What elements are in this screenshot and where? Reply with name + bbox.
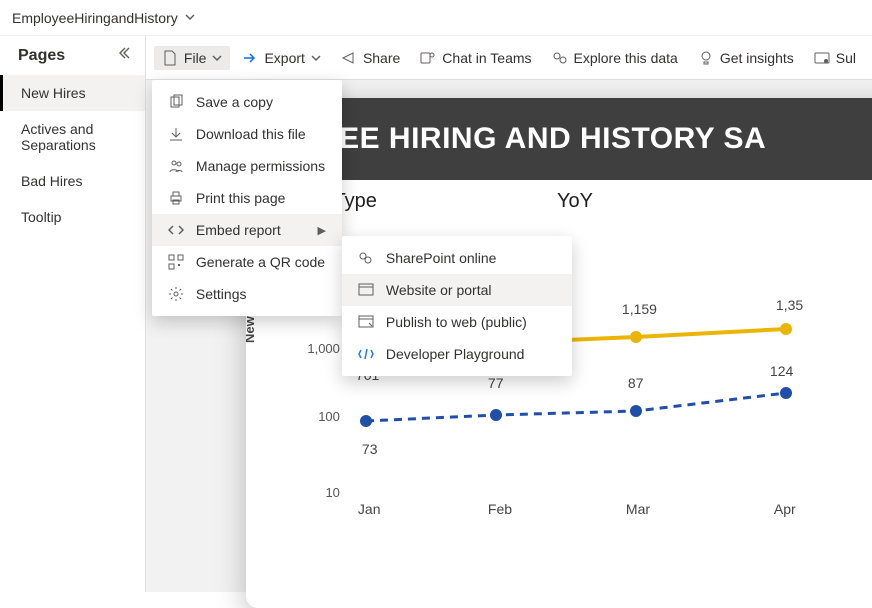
subscribe-button[interactable]: Sul xyxy=(806,46,864,70)
menu-permissions[interactable]: Manage permissions xyxy=(152,150,342,182)
explore-label: Explore this data xyxy=(574,50,678,66)
explore-button[interactable]: Explore this data xyxy=(544,46,686,70)
publish-icon xyxy=(358,314,374,330)
menu-qr[interactable]: Generate a QR code xyxy=(152,246,342,278)
chevron-right-icon: ▶ xyxy=(317,224,325,237)
menu-save-copy[interactable]: Save a copy xyxy=(152,86,342,118)
chat-label: Chat in Teams xyxy=(442,50,531,66)
chevron-down-icon[interactable] xyxy=(184,10,196,26)
title-bar: EmployeeHiringandHistory xyxy=(0,0,872,36)
chat-teams-button[interactable]: Chat in Teams xyxy=(412,46,539,70)
window-icon xyxy=(358,282,374,298)
menu-print[interactable]: Print this page xyxy=(152,182,342,214)
y-tick: 100 xyxy=(290,409,340,424)
dev-icon xyxy=(358,346,374,362)
qr-icon xyxy=(168,254,184,270)
sidebar-item-bad-hires[interactable]: Bad Hires xyxy=(0,163,145,199)
submenu-publish[interactable]: Publish to web (public) xyxy=(342,306,572,338)
file-label: File xyxy=(184,50,207,66)
file-menu: Save a copy Download this file Manage pe… xyxy=(152,80,342,316)
export-icon xyxy=(242,50,258,66)
embed-submenu: SharePoint online Website or portal Publ… xyxy=(342,236,572,376)
share-button[interactable]: Share xyxy=(333,46,408,70)
x-tick: Mar xyxy=(626,501,650,579)
bulb-icon xyxy=(698,50,714,66)
chart-title-right: YoY xyxy=(557,190,593,213)
menu-settings[interactable]: Settings xyxy=(152,278,342,310)
submenu-sharepoint[interactable]: SharePoint online xyxy=(342,242,572,274)
export-label: Export xyxy=(264,50,304,66)
copy-icon xyxy=(168,94,184,110)
pages-title: Pages xyxy=(18,47,65,65)
share-label: Share xyxy=(363,50,400,66)
insights-button[interactable]: Get insights xyxy=(690,46,802,70)
sidebar-item-new-hires[interactable]: New Hires xyxy=(0,75,145,111)
menu-download[interactable]: Download this file xyxy=(152,118,342,150)
explore-icon xyxy=(552,50,568,66)
subscribe-icon xyxy=(814,50,830,66)
workbook-name[interactable]: EmployeeHiringandHistory xyxy=(12,10,178,26)
x-tick: Feb xyxy=(488,501,512,579)
file-button[interactable]: File xyxy=(154,46,231,70)
submenu-website[interactable]: Website or portal xyxy=(342,274,572,306)
y-tick: 1,000 xyxy=(290,341,340,356)
sidebar-item-actives-separations[interactable]: Actives and Separations xyxy=(0,111,145,163)
export-button[interactable]: Export xyxy=(234,46,328,70)
insights-label: Get insights xyxy=(720,50,794,66)
x-tick: Apr xyxy=(774,501,796,579)
file-icon xyxy=(162,50,178,66)
x-tick: Jan xyxy=(358,501,381,579)
sharepoint-icon xyxy=(358,250,374,266)
print-icon xyxy=(168,190,184,206)
sidebar-item-tooltip[interactable]: Tooltip xyxy=(0,199,145,235)
y-tick: 10 xyxy=(290,485,340,500)
code-icon xyxy=(168,222,184,238)
chevron-down-icon xyxy=(311,50,321,66)
people-icon xyxy=(168,158,184,174)
gear-icon xyxy=(168,286,184,302)
pages-sidebar: Pages New Hires Actives and Separations … xyxy=(0,36,146,592)
menu-embed[interactable]: Embed report▶ xyxy=(152,214,342,246)
collapse-icon[interactable] xyxy=(117,46,131,65)
submenu-playground[interactable]: Developer Playground xyxy=(342,338,572,370)
chevron-down-icon xyxy=(212,50,222,66)
teams-icon xyxy=(420,50,436,66)
subscribe-label: Sul xyxy=(836,50,856,66)
workspace: File Export Share Chat in Teams Explore … xyxy=(146,36,872,592)
download-icon xyxy=(168,126,184,142)
share-icon xyxy=(341,50,357,66)
toolbar: File Export Share Chat in Teams Explore … xyxy=(146,36,872,80)
